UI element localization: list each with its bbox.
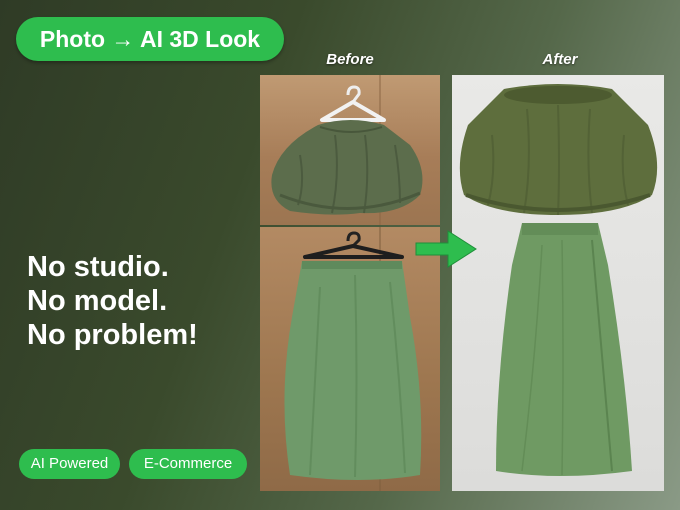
after-render-photo bbox=[452, 75, 664, 491]
headline-line-2: No model. bbox=[27, 285, 168, 317]
after-label: After bbox=[542, 51, 578, 68]
before-skirt-photo bbox=[260, 227, 440, 491]
headline-line-1: No studio. bbox=[27, 251, 169, 283]
before-label: Before bbox=[326, 51, 374, 68]
headline-line-3: No problem! bbox=[27, 319, 198, 351]
hanger-icon bbox=[320, 85, 386, 122]
title-badge: Photo → AI 3D Look bbox=[16, 17, 284, 61]
arrow-right-icon bbox=[415, 230, 477, 268]
tag-ai-powered: AI Powered bbox=[19, 449, 120, 479]
tag-e-commerce: E-Commerce bbox=[129, 449, 247, 479]
hanger-icon bbox=[303, 231, 404, 259]
headline: No studio. No model. No problem! bbox=[27, 250, 257, 352]
before-blouse-photo bbox=[260, 75, 440, 225]
